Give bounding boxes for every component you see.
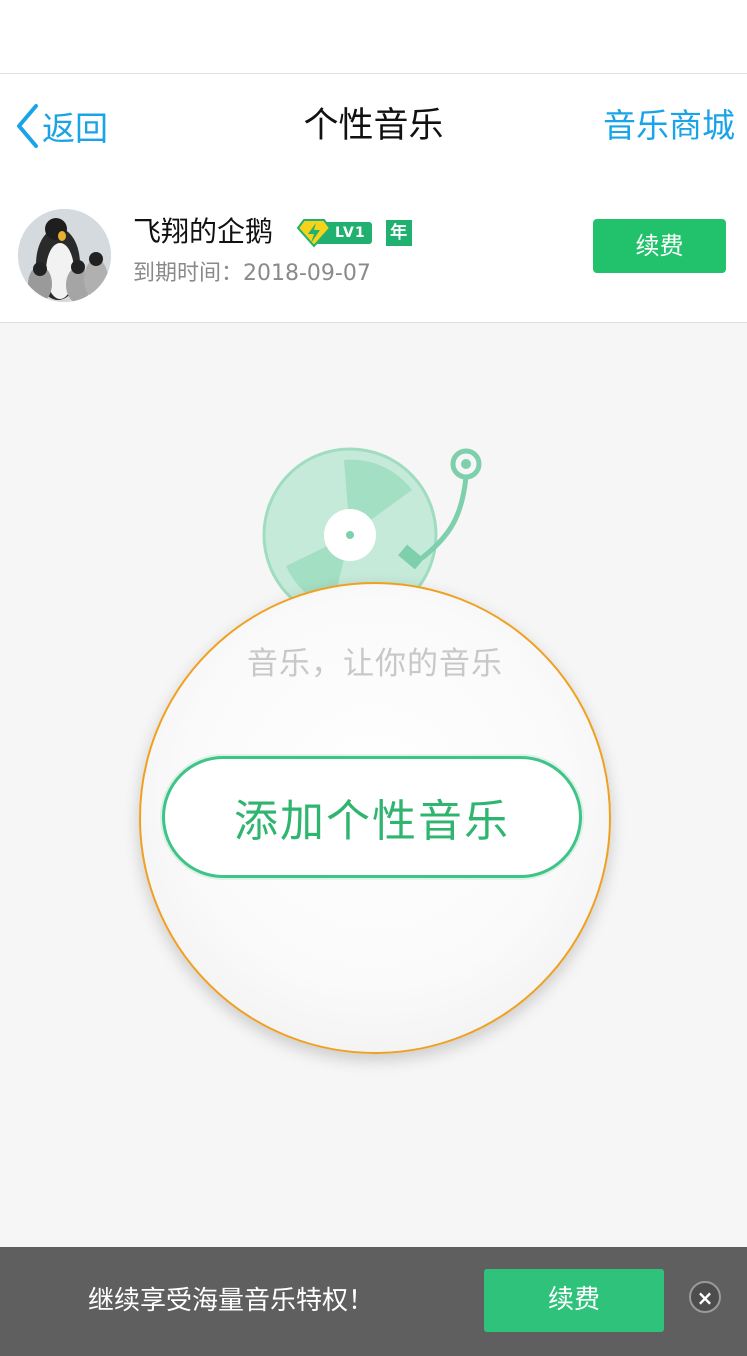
- username: 飞翔的企鹅: [133, 215, 274, 248]
- close-icon[interactable]: ×: [689, 1281, 721, 1313]
- year-badge: 年: [385, 220, 412, 246]
- magnifier-lens: 音乐，让你的音乐 添加个性音乐: [139, 582, 611, 1054]
- vip-badges: LV1 年: [297, 218, 412, 248]
- add-custom-music-button[interactable]: 添加个性音乐: [162, 756, 582, 878]
- banner-renew-button[interactable]: 续费: [484, 1269, 664, 1332]
- expire-date: 到期时间：2018-09-07: [133, 261, 371, 286]
- bottom-banner: 继续享受海量音乐特权！ 续费 ×: [0, 1247, 747, 1356]
- renew-button[interactable]: 续费: [593, 219, 726, 273]
- status-bar: [0, 0, 747, 74]
- empty-state-description: 音乐，让你的音乐: [247, 646, 503, 682]
- nav-bar: 返回 个性音乐 音乐商城: [0, 74, 747, 176]
- lightning-diamond-icon: [297, 219, 331, 248]
- music-store-link[interactable]: 音乐商城: [603, 102, 735, 150]
- banner-text: 继续享受海量音乐特权！: [88, 1286, 375, 1316]
- penguin-avatar-image: [18, 209, 111, 302]
- profile-card: 飞翔的企鹅 LV1 年 到期时间：2018-09-07 续费: [0, 176, 747, 323]
- avatar: [18, 209, 111, 302]
